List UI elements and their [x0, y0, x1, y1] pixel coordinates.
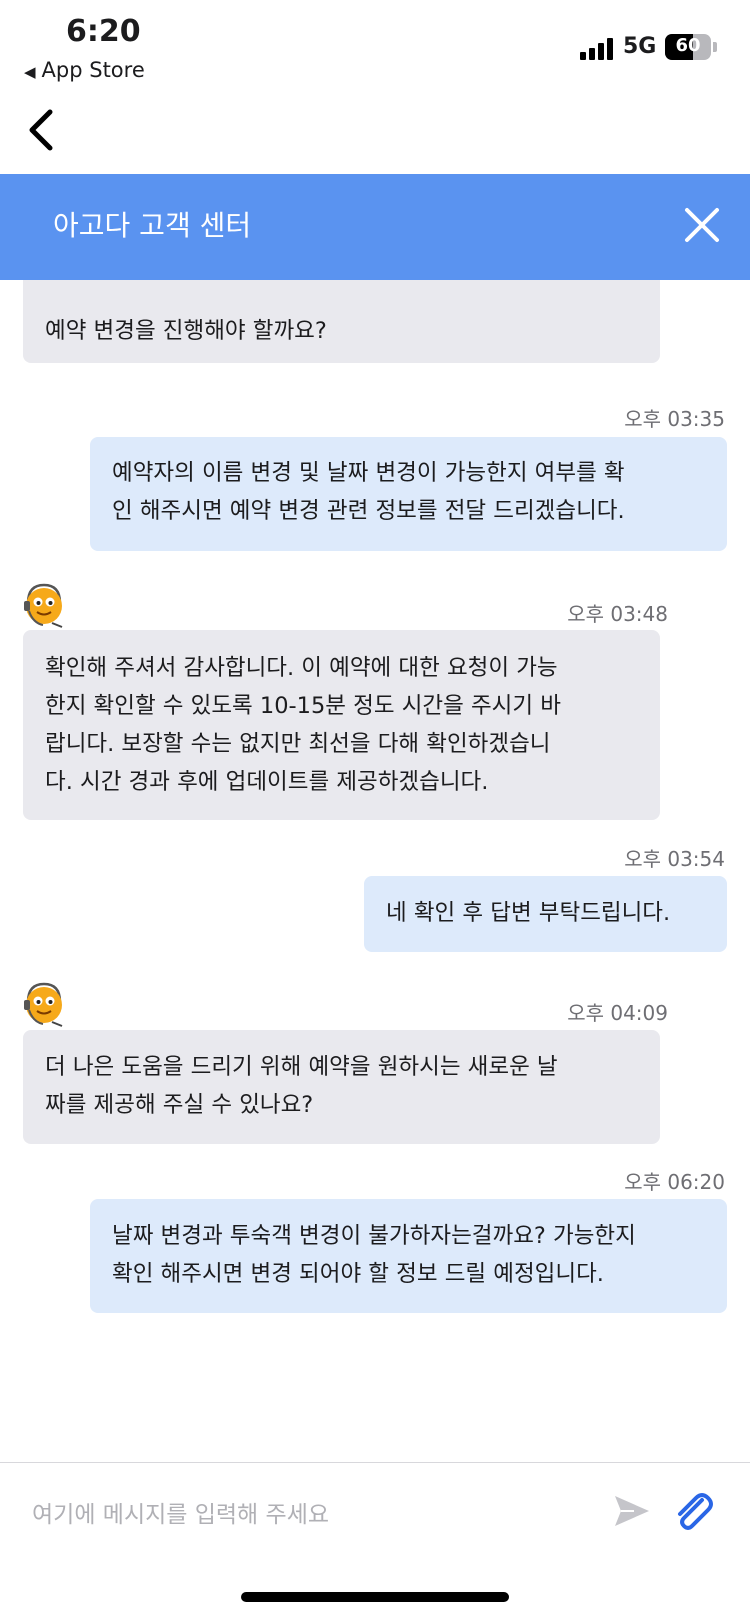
user-message: 날짜 변경과 투숙객 변경이 불가하자는걸까요? 가능한지 확인 해주시면 변경… [90, 1199, 727, 1313]
chat-title: 아고다 고객 센터 [53, 209, 252, 242]
message-line: 다. 시간 경과 후에 업데이트를 제공하겠습니다. [45, 769, 489, 795]
user-message: 네 확인 후 답변 부탁드립니다. [364, 876, 727, 952]
battery-percent: 60 [675, 35, 701, 56]
message-line: 한지 확인할 수 있도록 10-15분 정도 시간을 주시기 바 [45, 693, 561, 719]
message-time: 오후 04:09 [567, 1001, 668, 1025]
chevron-left-icon [29, 109, 53, 151]
message-text: 예약 변경을 진행해야 할까요? [45, 318, 327, 344]
close-button[interactable] [682, 205, 722, 245]
signal-icon [580, 38, 614, 60]
home-indicator [241, 1592, 509, 1602]
back-button[interactable] [24, 100, 68, 160]
message-line: 인 해주시면 예약 변경 관련 정보를 전달 드리겠습니다. [112, 498, 625, 524]
message-line: 확인해 주셔서 감사합니다. 이 예약에 대한 요청이 가능 [45, 655, 558, 681]
message-time: 오후 03:35 [624, 407, 725, 431]
back-app-label: App Store [41, 58, 145, 82]
network-label: 5G [623, 34, 657, 59]
agent-avatar-icon [24, 583, 63, 628]
message-line: 랍니다. 보장할 수는 없지만 최선을 다해 확인하겠습니 [45, 731, 551, 757]
user-message: 예약자의 이름 변경 및 날짜 변경이 가능한지 여부를 확 인 해주시면 예약… [90, 437, 727, 551]
close-icon [685, 208, 719, 242]
status-time: 6:20 [66, 14, 141, 49]
message-line: 예약자의 이름 변경 및 날짜 변경이 가능한지 여부를 확 [112, 460, 625, 486]
back-to-app-store[interactable]: ◀ App Store [24, 58, 145, 82]
agent-message: 예약 변경을 진행해야 할까요? [23, 280, 660, 363]
message-list[interactable]: 예약 변경을 진행해야 할까요? 오후 03:35 예약자의 이름 변경 및 날… [0, 280, 750, 1460]
back-triangle-icon: ◀ [24, 63, 36, 81]
agent-message: 확인해 주셔서 감사합니다. 이 예약에 대한 요청이 가능 한지 확인할 수 … [23, 630, 660, 820]
message-line: 확인 해주시면 변경 되어야 할 정보 드릴 예정입니다. [112, 1261, 604, 1287]
message-line: 네 확인 후 답변 부탁드립니다. [386, 900, 671, 926]
message-time: 오후 06:20 [624, 1170, 725, 1194]
agent-message: 더 나은 도움을 드리기 위해 예약을 원하시는 새로운 날 짜를 제공해 주실… [23, 1030, 660, 1144]
status-bar: 6:20 ◀ App Store 5G 60 [0, 0, 750, 95]
agent-avatar-icon [24, 982, 63, 1027]
chat-header: 아고다 고객 센터 [0, 174, 750, 280]
send-button[interactable] [612, 1491, 652, 1531]
message-time: 오후 03:54 [624, 847, 725, 871]
battery-tip [713, 42, 717, 52]
message-line: 더 나은 도움을 드리기 위해 예약을 원하시는 새로운 날 [45, 1054, 558, 1080]
message-line: 날짜 변경과 투숙객 변경이 불가하자는걸까요? 가능한지 [112, 1223, 636, 1249]
message-input[interactable] [30, 1489, 574, 1541]
message-time: 오후 03:48 [567, 602, 668, 626]
attach-button[interactable] [671, 1487, 715, 1535]
send-icon [615, 1496, 649, 1526]
message-line: 짜를 제공해 주실 수 있나요? [45, 1092, 314, 1118]
battery-icon: 60 [665, 34, 711, 60]
paperclip-icon [678, 1493, 713, 1530]
